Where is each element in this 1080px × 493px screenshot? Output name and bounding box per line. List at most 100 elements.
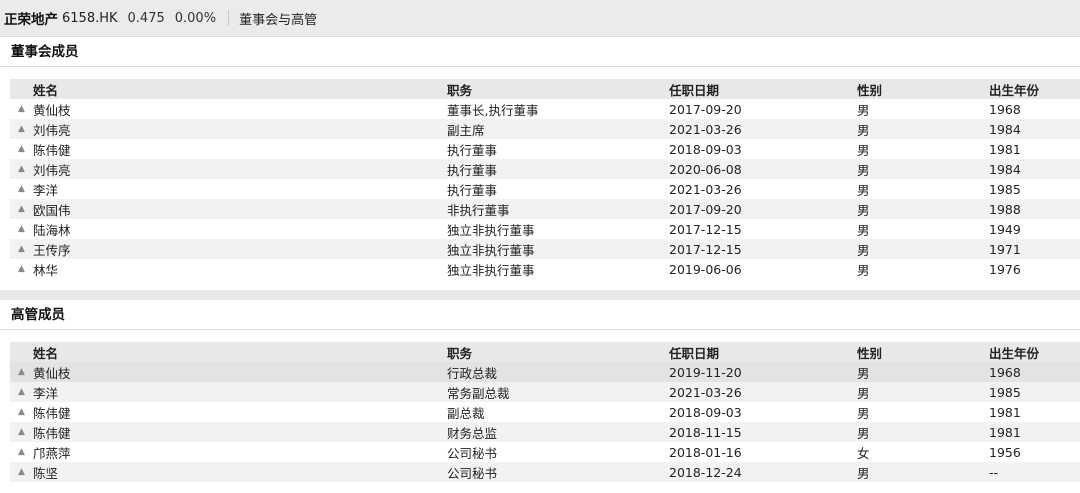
- member-role: 副主席: [447, 119, 669, 139]
- member-name: 邝燕萍: [33, 442, 447, 462]
- appointment-date: 2018-09-03: [669, 402, 857, 422]
- member-gender: 男: [857, 239, 989, 259]
- member-name: 黄仙枝: [33, 99, 447, 119]
- expand-row-icon[interactable]: ▲: [10, 442, 33, 462]
- birth-year: 1981: [989, 422, 1080, 442]
- table-row[interactable]: ▲ 李洋 执行董事 2021-03-26 男 1985: [10, 179, 1080, 199]
- expand-row-icon[interactable]: ▲: [10, 159, 33, 179]
- member-role: 独立非执行董事: [447, 219, 669, 239]
- member-name: 陈伟健: [33, 139, 447, 159]
- member-name: 陈坚: [33, 462, 447, 482]
- member-role: 公司秘书: [447, 462, 669, 482]
- table-row[interactable]: ▲ 陈伟健 副总裁 2018-09-03 男 1981: [10, 402, 1080, 422]
- column-header-gender[interactable]: 性别: [857, 342, 989, 362]
- member-gender: 男: [857, 159, 989, 179]
- expand-row-icon[interactable]: ▲: [10, 119, 33, 139]
- expand-row-icon[interactable]: ▲: [10, 259, 33, 279]
- stock-code: 6158.HK: [62, 10, 118, 26]
- column-header-birth-year[interactable]: 出生年份: [989, 342, 1080, 362]
- appointment-date: 2017-09-20: [669, 199, 857, 219]
- birth-year: 1988: [989, 199, 1080, 219]
- table-row[interactable]: ▲ 李洋 常务副总裁 2021-03-26 男 1985: [10, 382, 1080, 402]
- expand-row-icon[interactable]: ▲: [10, 179, 33, 199]
- member-role: 行政总裁: [447, 362, 669, 382]
- table-row[interactable]: ▲ 陆海林 独立非执行董事 2017-12-15 男 1949: [10, 219, 1080, 239]
- column-header-gender[interactable]: 性别: [857, 79, 989, 99]
- member-name: 陆海林: [33, 219, 447, 239]
- member-gender: 男: [857, 119, 989, 139]
- board-table-header: 姓名 职务 任职日期 性别 出生年份: [10, 79, 1080, 99]
- expand-row-icon[interactable]: ▲: [10, 139, 33, 159]
- executives-section: 高管成员 姓名 职务 任职日期 性别 出生年份 ▲ 黄仙枝 行政总裁 2019-11-…: [0, 300, 1080, 493]
- table-row[interactable]: ▲ 欧国伟 非执行董事 2017-09-20 男 1988: [10, 199, 1080, 219]
- expand-row-icon[interactable]: ▲: [10, 462, 33, 482]
- member-name: 陈伟健: [33, 422, 447, 442]
- column-header-name[interactable]: 姓名: [33, 342, 447, 362]
- expand-row-icon[interactable]: ▲: [10, 382, 33, 402]
- expand-row-icon[interactable]: ▲: [10, 402, 33, 422]
- birth-year: 1981: [989, 139, 1080, 159]
- member-name: 李洋: [33, 179, 447, 199]
- table-row[interactable]: ▲ 邝燕萍 公司秘书 2018-01-16 女 1956: [10, 442, 1080, 462]
- table-row[interactable]: ▲ 陈伟健 财务总监 2018-11-15 男 1981: [10, 422, 1080, 442]
- member-role: 常务副总裁: [447, 382, 669, 402]
- birth-year: 1984: [989, 119, 1080, 139]
- birth-year: 1968: [989, 99, 1080, 119]
- member-role: 副总裁: [447, 402, 669, 422]
- column-header-role[interactable]: 职务: [447, 79, 669, 99]
- expand-column-header: [10, 79, 33, 99]
- appointment-date: 2018-12-24: [669, 462, 857, 482]
- table-row[interactable]: ▲ 陈坚 公司秘书 2018-12-24 男 --: [10, 462, 1080, 482]
- expand-column-header: [10, 342, 33, 362]
- table-row[interactable]: ▲ 王传序 独立非执行董事 2017-12-15 男 1971: [10, 239, 1080, 259]
- member-gender: 男: [857, 99, 989, 119]
- table-row[interactable]: ▲ 林华 独立非执行董事 2019-06-06 男 1976: [10, 259, 1080, 279]
- column-header-role[interactable]: 职务: [447, 342, 669, 362]
- page-breadcrumb: 董事会与高管: [239, 12, 318, 28]
- member-name: 刘伟亮: [33, 119, 447, 139]
- table-row[interactable]: ▲ 刘伟亮 执行董事 2020-06-08 男 1984: [10, 159, 1080, 179]
- table-row[interactable]: ▲ 刘伟亮 副主席 2021-03-26 男 1984: [10, 119, 1080, 139]
- price-change: 0.00%: [174, 10, 217, 26]
- birth-year: 1985: [989, 179, 1080, 199]
- expand-row-icon[interactable]: ▲: [10, 199, 33, 219]
- member-name: 欧国伟: [33, 199, 447, 219]
- executives-table: 姓名 职务 任职日期 性别 出生年份 ▲ 黄仙枝 行政总裁 2019-11-20 男 19…: [10, 342, 1080, 482]
- table-row[interactable]: ▲ 黄仙枝 行政总裁 2019-11-20 男 1968: [10, 362, 1080, 382]
- member-gender: 男: [857, 382, 989, 402]
- member-role: 执行董事: [447, 179, 669, 199]
- executives-table-header: 姓名 职务 任职日期 性别 出生年份: [10, 342, 1080, 362]
- table-row[interactable]: ▲ 黄仙枝 董事长,执行董事 2017-09-20 男 1968: [10, 99, 1080, 119]
- member-name: 李洋: [33, 382, 447, 402]
- member-role: 执行董事: [447, 159, 669, 179]
- board-table: 姓名 职务 任职日期 性别 出生年份 ▲ 黄仙枝 董事长,执行董事 2017-09-2…: [10, 79, 1080, 279]
- member-role: 独立非执行董事: [447, 259, 669, 279]
- member-gender: 男: [857, 259, 989, 279]
- expand-row-icon[interactable]: ▲: [10, 239, 33, 259]
- appointment-date: 2021-03-26: [669, 119, 857, 139]
- appointment-date: 2021-03-26: [669, 382, 857, 402]
- executives-section-title: 高管成员: [0, 300, 1080, 330]
- birth-year: --: [989, 462, 1080, 482]
- appointment-date: 2017-12-15: [669, 239, 857, 259]
- appointment-date: 2017-12-15: [669, 219, 857, 239]
- appointment-date: 2017-09-20: [669, 99, 857, 119]
- member-gender: 男: [857, 362, 989, 382]
- column-header-name[interactable]: 姓名: [33, 79, 447, 99]
- column-header-date[interactable]: 任职日期: [669, 342, 857, 362]
- header-divider: [228, 10, 230, 26]
- expand-row-icon[interactable]: ▲: [10, 219, 33, 239]
- table-row[interactable]: ▲ 陈伟健 执行董事 2018-09-03 男 1981: [10, 139, 1080, 159]
- column-header-birth-year[interactable]: 出生年份: [989, 79, 1080, 99]
- expand-row-icon[interactable]: ▲: [10, 362, 33, 382]
- column-header-date[interactable]: 任职日期: [669, 79, 857, 99]
- company-name: 正荣地产: [4, 12, 58, 28]
- expand-row-icon[interactable]: ▲: [10, 99, 33, 119]
- birth-year: 1968: [989, 362, 1080, 382]
- member-gender: 男: [857, 402, 989, 422]
- birth-year: 1949: [989, 219, 1080, 239]
- board-section-title: 董事会成员: [0, 37, 1080, 67]
- member-gender: 男: [857, 462, 989, 482]
- birth-year: 1981: [989, 402, 1080, 422]
- expand-row-icon[interactable]: ▲: [10, 422, 33, 442]
